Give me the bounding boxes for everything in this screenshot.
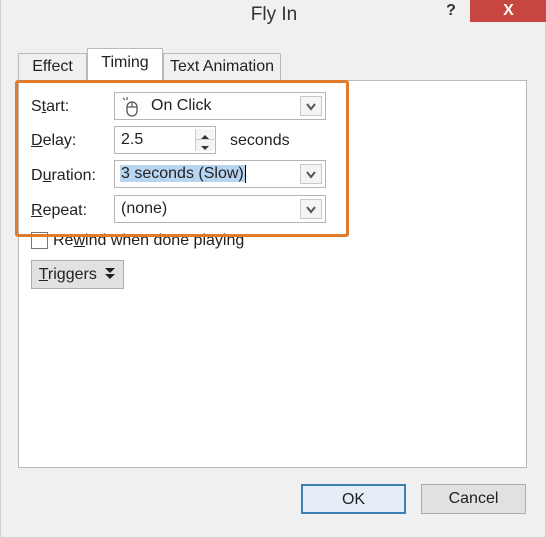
delay-value: 2.5 — [121, 131, 144, 148]
duration-dropdown-arrow[interactable] — [300, 164, 322, 184]
duration-dropdown[interactable]: 3 seconds (Slow) — [114, 160, 326, 188]
rewind-checkbox[interactable] — [31, 232, 48, 249]
rewind-label[interactable]: Rewind when done playing — [53, 232, 244, 250]
close-button[interactable]: X — [470, 0, 546, 22]
start-dropdown-arrow[interactable] — [300, 96, 322, 116]
double-chevron-down-icon — [105, 268, 116, 279]
cancel-button[interactable]: Cancel — [421, 484, 526, 514]
chevron-down-icon — [306, 206, 316, 214]
delay-label: Delay: — [31, 132, 77, 149]
repeat-value: (none) — [121, 200, 168, 217]
start-dropdown[interactable]: On Click — [114, 92, 326, 120]
delay-decrement-button[interactable] — [196, 140, 214, 151]
repeat-dropdown[interactable]: (none) — [114, 195, 326, 223]
start-value: On Click — [151, 97, 212, 114]
mouse-icon — [121, 97, 143, 122]
text-caret — [244, 165, 246, 183]
title-bar: Fly In ? X — [1, 0, 546, 34]
duration-value[interactable]: 3 seconds (Slow) — [120, 165, 245, 183]
tab-text-animation[interactable]: Text Animation — [163, 53, 281, 80]
help-button[interactable]: ? — [431, 0, 471, 22]
delay-spinner[interactable]: 2.5 — [114, 126, 216, 154]
dialog-window: Fly In ? X Effect Timing Text Animation … — [0, 0, 546, 538]
triggers-button[interactable]: Triggers — [31, 260, 124, 289]
delay-increment-button[interactable] — [196, 129, 214, 140]
start-label: Start: — [31, 98, 70, 115]
tab-timing[interactable]: Timing — [87, 48, 163, 81]
chevron-down-icon — [306, 103, 316, 111]
duration-label: Duration: — [31, 167, 96, 184]
repeat-label: Repeat: — [31, 202, 88, 219]
ok-button[interactable]: OK — [301, 484, 406, 514]
tab-effect[interactable]: Effect — [18, 53, 87, 80]
delay-unit: seconds — [230, 132, 290, 149]
repeat-dropdown-arrow[interactable] — [300, 199, 322, 219]
chevron-down-icon — [306, 171, 316, 179]
close-icon: X — [503, 2, 514, 19]
triangle-down-icon — [201, 146, 209, 150]
